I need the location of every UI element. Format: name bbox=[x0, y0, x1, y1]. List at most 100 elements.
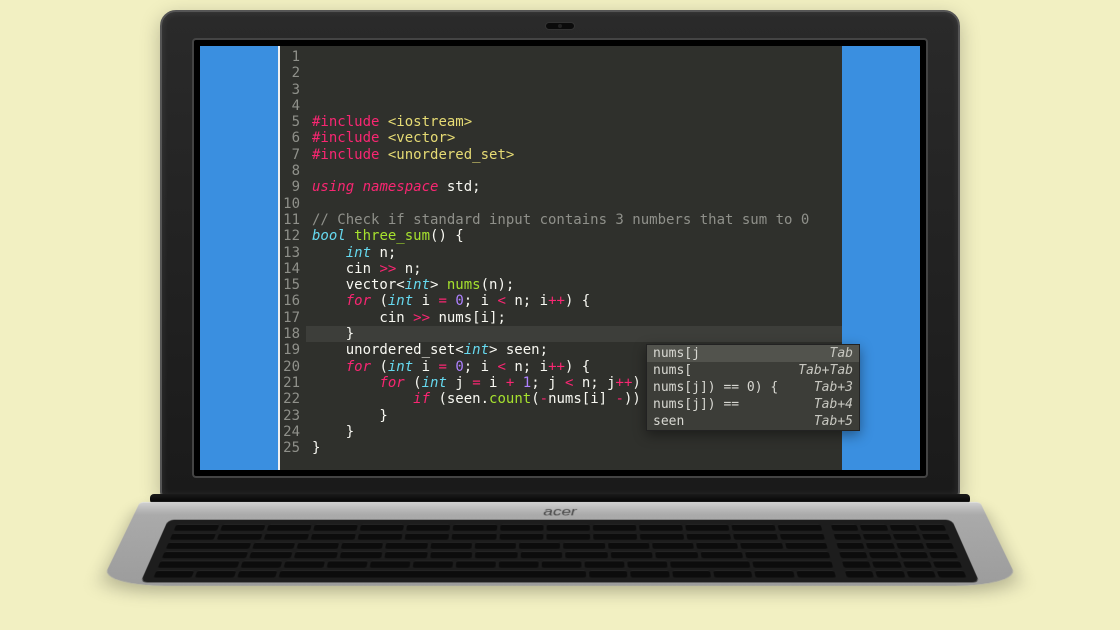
code-line[interactable] bbox=[312, 196, 842, 212]
code-line[interactable]: vector<int> nums(n); bbox=[312, 277, 842, 293]
keyboard-key bbox=[166, 542, 251, 549]
line-number: 17 bbox=[280, 310, 300, 326]
laptop-lid: 1234567891011121314151617181920212223242… bbox=[160, 10, 960, 498]
keyboard-key bbox=[500, 524, 544, 531]
line-number: 16 bbox=[280, 293, 300, 309]
keyboard-key bbox=[174, 524, 220, 531]
autocomplete-item[interactable]: nums[j]) ==Tab+4 bbox=[647, 396, 859, 413]
line-number: 12 bbox=[280, 228, 300, 244]
keyboard-key bbox=[842, 561, 871, 568]
keyboard-key bbox=[672, 570, 711, 577]
line-number: 21 bbox=[280, 375, 300, 391]
keyboard-key bbox=[589, 570, 628, 577]
line-number: 1 bbox=[280, 49, 300, 65]
code-line[interactable]: #include <vector> bbox=[312, 130, 842, 146]
code-line[interactable]: #include <unordered_set> bbox=[312, 147, 842, 163]
keyboard-key bbox=[279, 570, 586, 577]
keyboard-key bbox=[932, 561, 962, 568]
keyboard-key bbox=[327, 561, 368, 568]
keyboard-key bbox=[845, 570, 875, 577]
keyboard-key bbox=[785, 542, 828, 549]
keyboard-key bbox=[217, 533, 263, 540]
keyboard-key bbox=[311, 533, 356, 540]
keyboard-key bbox=[158, 561, 240, 568]
keyboard-key bbox=[252, 542, 295, 549]
laptop: 1234567891011121314151617181920212223242… bbox=[140, 10, 980, 620]
keyboard-key bbox=[456, 561, 496, 568]
line-number: 9 bbox=[280, 179, 300, 195]
code-line[interactable]: #include <iostream> bbox=[312, 114, 842, 130]
keyboard-key bbox=[241, 561, 283, 568]
keyboard bbox=[140, 520, 979, 583]
line-number: 8 bbox=[280, 163, 300, 179]
code-editor[interactable]: 1234567891011121314151617181920212223242… bbox=[278, 46, 842, 470]
line-number: 24 bbox=[280, 424, 300, 440]
keyboard-key bbox=[780, 533, 826, 540]
keyboard-key bbox=[284, 561, 326, 568]
keyboard-key bbox=[430, 551, 473, 558]
keyboard-key bbox=[453, 524, 497, 531]
line-number: 22 bbox=[280, 391, 300, 407]
keyboard-key bbox=[833, 533, 861, 540]
autocomplete-hint: Tab+5 bbox=[814, 413, 853, 430]
keyboard-key bbox=[564, 542, 605, 549]
keyboard-key bbox=[831, 524, 859, 531]
line-number: 11 bbox=[280, 212, 300, 228]
code-line[interactable]: bool three_sum() { bbox=[312, 228, 842, 244]
keyboard-key bbox=[170, 533, 216, 540]
code-line[interactable]: cin >> n; bbox=[312, 261, 842, 277]
keyboard-key bbox=[839, 551, 868, 558]
line-number: 6 bbox=[280, 130, 300, 146]
keyboard-key bbox=[195, 570, 236, 577]
code-line[interactable]: using namespace std; bbox=[312, 179, 842, 195]
keyboard-key bbox=[740, 542, 783, 549]
code-area[interactable]: nums[jTabnums[Tab+Tabnums[j]) == 0) {Tab… bbox=[306, 46, 842, 470]
autocomplete-text: nums[j]) == bbox=[653, 396, 739, 413]
autocomplete-text: nums[ bbox=[653, 362, 692, 379]
keyboard-key bbox=[430, 542, 472, 549]
keyboard-key bbox=[754, 570, 794, 577]
code-line[interactable] bbox=[312, 456, 842, 470]
keyboard-key bbox=[406, 524, 450, 531]
code-line[interactable]: } bbox=[312, 440, 842, 456]
keyboard-key bbox=[405, 533, 450, 540]
line-number: 20 bbox=[280, 359, 300, 375]
autocomplete-item[interactable]: nums[jTab bbox=[647, 345, 859, 362]
code-line[interactable]: cin >> nums[i]; bbox=[312, 310, 842, 326]
autocomplete-item[interactable]: nums[Tab+Tab bbox=[647, 362, 859, 379]
keyboard-key bbox=[519, 542, 560, 549]
keyboard-key bbox=[836, 542, 865, 549]
autocomplete-item[interactable]: nums[j]) == 0) {Tab+3 bbox=[647, 379, 859, 396]
keyboard-key bbox=[872, 561, 902, 568]
screen: 1234567891011121314151617181920212223242… bbox=[200, 46, 920, 470]
code-line[interactable]: int n; bbox=[312, 245, 842, 261]
keyboard-key bbox=[267, 524, 312, 531]
keyboard-key bbox=[593, 524, 637, 531]
keyboard-key bbox=[296, 542, 339, 549]
keyboard-key bbox=[358, 533, 403, 540]
line-number: 5 bbox=[280, 114, 300, 130]
line-number: 7 bbox=[280, 147, 300, 163]
keyboard-key bbox=[237, 570, 278, 577]
code-line[interactable]: for (int i = 0; i < n; i++) { bbox=[312, 293, 842, 309]
autocomplete-text: seen bbox=[653, 413, 684, 430]
code-line[interactable]: // Check if standard input contains 3 nu… bbox=[312, 212, 842, 228]
keyboard-key bbox=[685, 524, 729, 531]
autocomplete-popup[interactable]: nums[jTabnums[Tab+Tabnums[j]) == 0) {Tab… bbox=[646, 344, 860, 431]
code-line[interactable] bbox=[312, 163, 842, 179]
keyboard-key bbox=[313, 524, 358, 531]
keyboard-key bbox=[745, 551, 830, 558]
keyboard-key bbox=[640, 533, 684, 540]
autocomplete-item[interactable]: seen Tab+5 bbox=[647, 413, 859, 430]
screen-bezel: 1234567891011121314151617181920212223242… bbox=[192, 38, 928, 478]
keyboard-key bbox=[413, 561, 454, 568]
keyboard-key bbox=[921, 533, 950, 540]
autocomplete-hint: Tab+3 bbox=[814, 379, 853, 396]
line-number: 10 bbox=[280, 196, 300, 212]
keyboard-deck: acer bbox=[100, 502, 1021, 586]
keyboard-key bbox=[906, 570, 936, 577]
keyboard-key bbox=[154, 570, 195, 577]
brand-logo: acer bbox=[543, 505, 577, 519]
current-line-highlight bbox=[306, 326, 842, 342]
keyboard-key bbox=[370, 561, 411, 568]
